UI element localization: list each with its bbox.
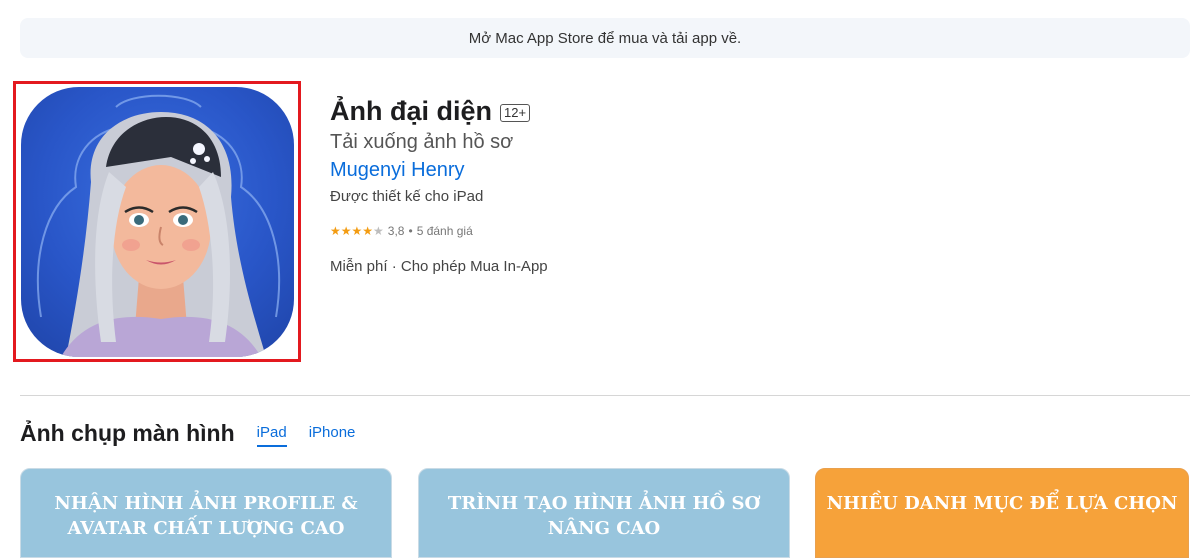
app-subtitle: Tải xuống ảnh hồ sơ [330,131,514,153]
screenshot-caption-line: NHẬN HÌNH ẢNH PROFILE & [54,493,358,514]
screenshot-caption-line: NÂNG CAO [547,518,661,539]
screenshot-caption-line: TRÌNH TẠO HÌNH ẢNH HỒ SƠ [447,493,761,514]
rating-separator: • [408,224,413,238]
screenshots-title: Ảnh chụp màn hình [20,420,235,446]
age-rating-badge: 12+ [500,103,531,122]
banner-text: Mở Mac App Store để mua và tải app về. [468,29,742,47]
section-divider [20,395,1190,396]
screenshot-card[interactable]: TRÌNH TẠO HÌNH ẢNH HỒ SƠ NÂNG CAO [418,468,790,558]
app-title: Ảnh đại diện [330,96,492,126]
screenshot-card[interactable]: NHẬN HÌNH ẢNH PROFILE & AVATAR CHẤT LƯỢN… [20,468,392,558]
rating-row: ★★★★★ 3,8 • 5 đánh giá [330,224,473,238]
avatar-girl-icon [36,94,281,357]
screenshot-caption-line: NHIỀU DANH MỤC ĐỂ LỰA CHỌN [826,493,1178,514]
rating-value: 3,8 [387,224,405,238]
star-rating-icon: ★★★★★ [330,224,384,238]
price-label: Miễn phí · Cho phép Mua In-App [330,258,548,275]
screenshot-card[interactable]: NHIỀU DANH MỤC ĐỂ LỰA CHỌN [815,468,1189,558]
open-mac-app-store-banner[interactable]: Mở Mac App Store để mua và tải app về. [20,18,1190,58]
developer-link[interactable]: Mugenyi Henry [330,159,465,182]
screenshots-header: Ảnh chụp màn hình iPad iPhone [20,420,355,447]
designed-for-label: Được thiết kế cho iPad [330,188,484,205]
tab-ipad[interactable]: iPad [256,424,287,447]
tab-iphone[interactable]: iPhone [309,424,356,447]
screenshot-caption-line: AVATAR CHẤT LƯỢNG CAO [67,518,345,539]
app-title-row: Ảnh đại diện 12+ [330,96,531,127]
rating-count: 5 đánh giá [416,224,473,238]
app-icon [21,87,294,357]
highlight-frame [13,81,301,362]
